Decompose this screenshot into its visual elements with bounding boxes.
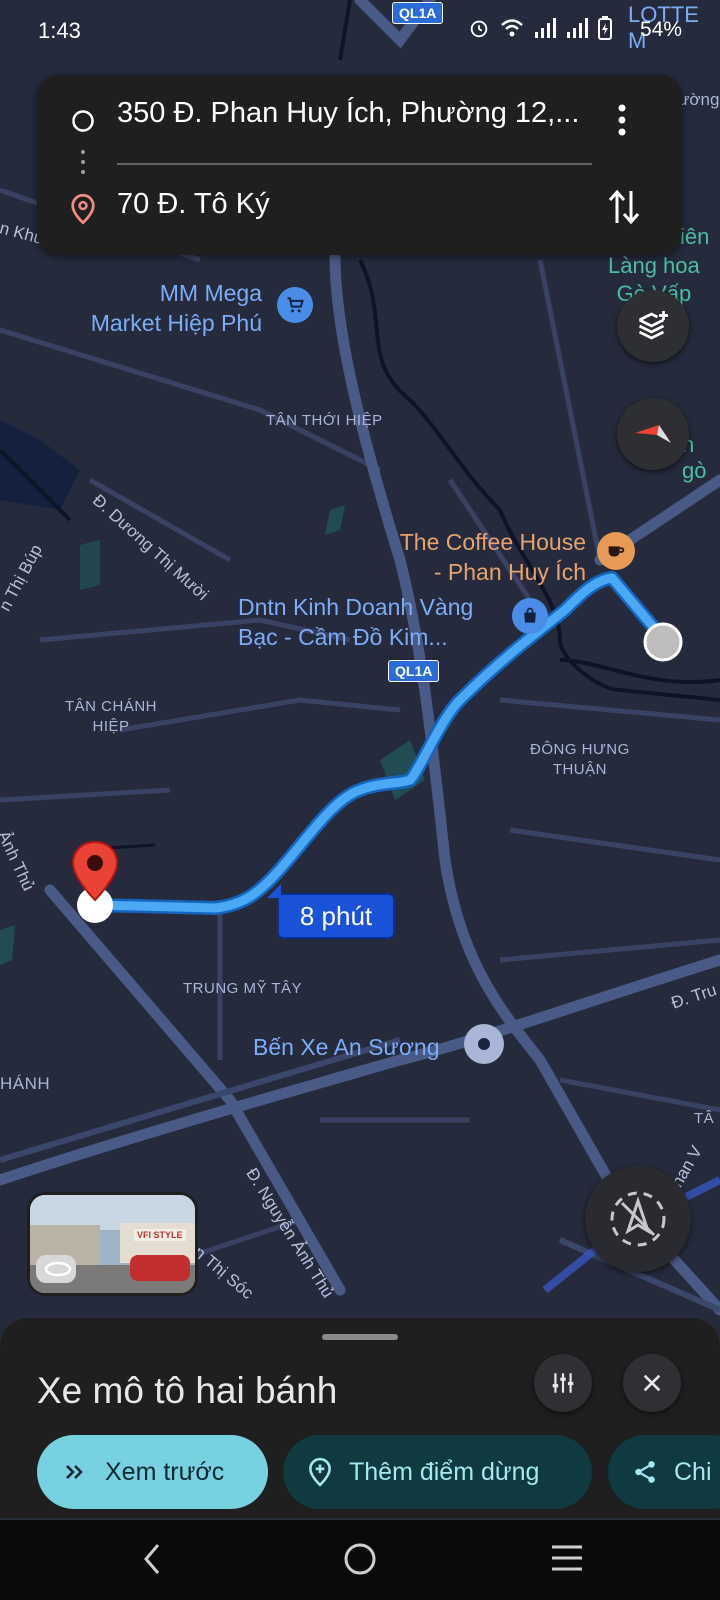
wifi-icon (501, 19, 523, 37)
alarm-icon (470, 20, 488, 38)
destination-field[interactable]: 70 Đ. Tô Ký (117, 188, 270, 221)
signal-icon-1 (535, 18, 556, 38)
street-view-shop-sign: VFI STYLE (134, 1229, 186, 1241)
compass-icon (635, 425, 671, 443)
area-label-ta: TÂ (694, 1110, 715, 1127)
street-view-rotate-icon (44, 1261, 72, 1277)
route-duration-badge[interactable]: 8 phút (277, 893, 395, 939)
recents-menu-icon[interactable] (550, 1544, 584, 1572)
battery-percent: 54% (639, 18, 682, 41)
close-icon (643, 1374, 661, 1392)
route-options-button[interactable] (534, 1354, 592, 1412)
poi-dntn-kinh-doanh-vang[interactable]: Dntn Kinh Doanh Vàng Bạc - Cầm Đồ Kim... (238, 592, 516, 652)
share-button[interactable]: Chi (608, 1435, 720, 1509)
destination-pin-outline-icon (71, 193, 95, 225)
bottom-sheet: Xe mô tô hai bánh Xem trước Thêm điểm dừ… (0, 1318, 720, 1518)
location-off-icon (610, 1191, 666, 1247)
area-label-trung-my-tay: TRUNG MỸ TÂY (183, 980, 303, 997)
recenter-button[interactable] (585, 1166, 691, 1272)
street-view-thumbnail[interactable]: VFI STYLE (27, 1192, 198, 1296)
signal-icon-2 (567, 18, 588, 38)
layers-plus-icon (638, 311, 668, 340)
area-label-tan-chanh-hiep: TÂN CHÁNH HIỆP (65, 698, 158, 735)
shopping-cart-icon[interactable] (277, 287, 313, 323)
add-stop-button[interactable]: Thêm điểm dừng (283, 1435, 592, 1509)
status-time: 1:43 (38, 18, 81, 43)
layers-button[interactable] (617, 290, 689, 362)
route-dots-icon (81, 150, 85, 174)
travel-mode-title: Xe mô tô hai bánh (37, 1370, 338, 1411)
add-location-icon (309, 1457, 331, 1487)
swap-vert-icon[interactable] (607, 187, 641, 227)
destination-pin-icon[interactable] (70, 840, 120, 910)
origin-field[interactable]: 350 Đ. Phan Huy Ích, Phường 12,... (117, 97, 579, 130)
more-vert-icon[interactable] (616, 103, 628, 137)
status-bar: 1:43 54% (0, 0, 720, 60)
area-label-dong-hung-thuan: ĐÔNG HƯNG THUẬN (530, 741, 630, 778)
coffee-cup-icon[interactable] (597, 532, 635, 570)
tune-icon (552, 1373, 574, 1393)
poi-the-coffee-house[interactable]: The Coffee House - Phan Huy Ích (372, 527, 586, 587)
poi-ben-xe-an-suong[interactable]: Bến Xe An Sương (253, 1032, 440, 1062)
back-icon[interactable] (140, 1542, 164, 1576)
route-duration-text: 8 phút (299, 900, 373, 931)
preview-button-label: Xem trước (105, 1457, 225, 1486)
shopping-bag-icon[interactable] (512, 598, 548, 634)
map-label-uong: ường (678, 90, 720, 109)
field-divider (117, 163, 592, 165)
share-icon (635, 1461, 655, 1483)
preview-button[interactable]: Xem trước (37, 1435, 268, 1509)
battery-charging-icon (598, 16, 612, 40)
system-nav-bar (0, 1520, 720, 1600)
add-stop-button-label: Thêm điểm dừng (349, 1457, 540, 1486)
share-button-label: Chi (674, 1457, 712, 1486)
close-button[interactable] (623, 1354, 681, 1412)
status-icons (468, 16, 612, 40)
transit-station-icon[interactable] (464, 1024, 504, 1064)
directions-card: 350 Đ. Phan Huy Ích, Phường 12,... 70 Đ.… (37, 75, 682, 255)
home-icon[interactable] (343, 1542, 377, 1576)
map-label-ien: iên (680, 224, 710, 249)
compass-button[interactable] (617, 398, 689, 470)
duration-callout-tail (267, 884, 281, 898)
origin-circle-icon (72, 110, 94, 132)
double-chevron-icon (66, 1465, 83, 1479)
poi-mm-mega-market[interactable]: MM Mega Market Hiệp Phú (70, 278, 262, 338)
area-label-hanh: HÁNH (0, 1074, 51, 1093)
highway-shield-ql1a-mid: QL1A (388, 660, 440, 682)
area-label-tan-thoi-hiep: TÂN THỚI HIỆP (266, 412, 383, 429)
sheet-drag-handle[interactable] (322, 1334, 398, 1340)
